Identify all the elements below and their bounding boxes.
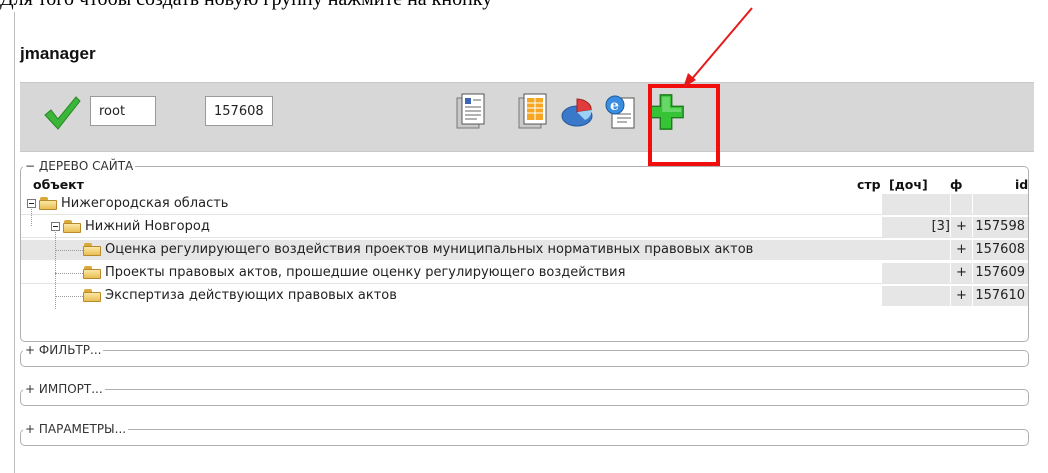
folder-icon [39, 197, 57, 210]
instruction-caption: Для того чтобы создать новую группу нажм… [0, 0, 492, 11]
cell-doc [922, 194, 950, 214]
object-id-input[interactable] [205, 96, 273, 126]
cell-id: 157609 [972, 263, 1028, 283]
folder-icon [83, 289, 101, 302]
filter-legend[interactable]: + ФИЛЬТР... [23, 343, 103, 357]
folder-icon [63, 220, 81, 233]
header-f: ф [950, 177, 963, 192]
folder-icon [83, 243, 101, 256]
document-icon[interactable] [453, 92, 489, 132]
row-cells: + 157608 [882, 240, 1028, 260]
tree-row-selected[interactable]: Оценка регулирующего воздействия проекто… [21, 230, 1028, 309]
cell-doc [922, 240, 950, 260]
header-str: стр [857, 177, 881, 192]
cell-id [972, 194, 1028, 214]
page-title: jmanager [20, 44, 96, 63]
cell-doc [922, 263, 950, 283]
cell-f [950, 194, 972, 214]
collapse-icon[interactable] [27, 199, 36, 208]
folder-icon [83, 266, 101, 279]
svg-text:e: e [610, 98, 619, 114]
tree-row-label[interactable]: Проекты правовых актов, прошедшие оценку… [105, 265, 625, 280]
table-document-icon[interactable] [515, 92, 551, 132]
import-panel: + ИМПОРТ... [20, 382, 1029, 406]
cell-f: + [950, 217, 972, 237]
tree-row[interactable]: Экспертиза действующих правовых актов + … [21, 286, 1028, 306]
row-cells [882, 194, 1028, 214]
parameters-panel: + ПАРАМЕТРЫ... [20, 422, 1029, 446]
cell-f: + [950, 263, 972, 283]
cell-f: + [950, 286, 972, 306]
import-legend[interactable]: + ИМПОРТ... [23, 382, 105, 396]
tree-row-label[interactable]: Нижний Новгород [85, 219, 210, 234]
tree-row-label[interactable]: Нижегородская область [61, 196, 228, 211]
tree-row-label[interactable]: Оценка регулирующего воздействия проекто… [105, 242, 753, 257]
row-cells: + 157609 [882, 263, 1028, 283]
highlight-box [648, 84, 720, 166]
check-icon[interactable] [42, 93, 82, 133]
filter-panel: + ФИЛЬТР... [20, 343, 1029, 367]
site-tree-legend[interactable]: − ДЕРЕВО САЙТА [23, 159, 135, 173]
tree-row[interactable]: Нижегородская область [21, 194, 1028, 215]
pie-chart-icon[interactable] [559, 92, 595, 132]
cell-doc: [3] [922, 217, 950, 237]
site-tree-panel: − ДЕРЕВО САЙТА объект стр [доч] ф id Ниж… [20, 159, 1029, 342]
cell-doc [922, 286, 950, 306]
cell-str [882, 217, 922, 237]
cell-str [882, 286, 922, 306]
tree-row[interactable]: Нижний Новгород [3] + 157598 [21, 209, 1028, 238]
cell-f: + [950, 240, 972, 260]
header-doc: [доч] [889, 177, 928, 192]
cell-id: 157610 [972, 286, 1028, 306]
cell-str [882, 194, 922, 214]
header-object: объект [33, 177, 84, 192]
toolbar: e [20, 82, 1034, 152]
header-id: id [1015, 177, 1029, 192]
web-page-icon[interactable]: e [603, 92, 639, 132]
row-cells: + 157610 [882, 286, 1028, 306]
cell-id: 157608 [972, 240, 1028, 260]
tree-row-label[interactable]: Экспертиза действующих правовых актов [105, 288, 397, 303]
cell-id: 157598 [972, 217, 1028, 237]
tree-row[interactable]: Проекты правовых актов, прошедшие оценку… [21, 263, 1028, 284]
cell-str [882, 240, 922, 260]
row-cells: [3] + 157598 [882, 217, 1028, 237]
user-input[interactable] [90, 96, 156, 126]
cell-str [882, 263, 922, 283]
parameters-legend[interactable]: + ПАРАМЕТРЫ... [23, 422, 128, 436]
